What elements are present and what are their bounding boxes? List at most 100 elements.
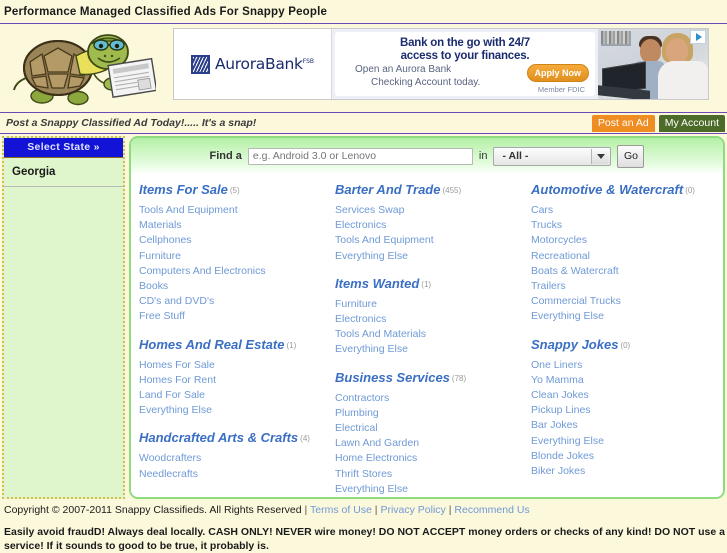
category-link[interactable]: Plumbing — [335, 406, 523, 421]
category-link[interactable]: Everything Else — [531, 309, 713, 324]
terms-of-use-link[interactable]: Terms of Use — [310, 504, 372, 516]
category-count: (455) — [442, 186, 462, 195]
category-heading[interactable]: Items Wanted (1) — [335, 276, 523, 292]
category-columns: Items For Sale (5) Tools And Equipment Ma… — [131, 174, 723, 497]
category-group: Items For Sale (5) Tools And Equipment Ma… — [139, 182, 327, 325]
advertisement-banner[interactable]: AuroraBankFSB Bank on the go with 24/7 a… — [173, 28, 709, 100]
masthead: AuroraBankFSB Bank on the go with 24/7 a… — [0, 24, 727, 112]
category-link[interactable]: Furniture — [335, 297, 523, 312]
category-link[interactable]: Cellphones — [139, 233, 327, 248]
category-link[interactable]: Free Stuff — [139, 309, 327, 324]
search-input[interactable] — [247, 147, 473, 165]
category-link[interactable]: Everything Else — [335, 482, 523, 497]
recommend-us-link[interactable]: Recommend Us — [454, 504, 529, 516]
category-link[interactable]: CD's and DVD's — [139, 294, 327, 309]
category-title: Business Services — [335, 369, 450, 385]
main-panel: Find a in - All - Go Items For Sale(5) — [129, 136, 725, 499]
category-link[interactable]: Home Electronics — [335, 451, 523, 466]
category-link[interactable]: One Liners — [531, 358, 713, 373]
category-group: Automotive & Watercraft (0) Cars Trucks M… — [531, 182, 713, 325]
post-an-ad-button[interactable]: Post an Ad — [591, 114, 655, 132]
category-heading[interactable]: Homes And Real Estate (1) — [139, 337, 327, 353]
ad-brand-first: Aurora — [214, 55, 265, 73]
category-link[interactable]: Recreational — [531, 249, 713, 264]
category-link[interactable]: Clean Jokes — [531, 388, 713, 403]
category-link[interactable]: Motorcycles — [531, 233, 713, 248]
select-state-header[interactable]: Select State » — [4, 138, 123, 158]
ad-brand-suffix: FSB — [302, 57, 315, 65]
category-link[interactable]: Books — [139, 279, 327, 294]
category-link[interactable]: Tools And Equipment — [335, 233, 523, 248]
category-heading[interactable]: Barter And Trade (455) — [335, 182, 523, 198]
category-link[interactable]: Electronics — [335, 218, 523, 233]
page-root: Performance Managed Classified Ads For S… — [0, 0, 727, 553]
separator: | — [448, 504, 452, 516]
category-heading[interactable]: Automotive & Watercraft (0) — [531, 182, 713, 198]
ad-message-block: Bank on the go with 24/7 access to your … — [332, 29, 598, 99]
category-link[interactable]: Contractors — [335, 391, 523, 406]
category-count: (0) — [685, 186, 695, 195]
chevron-down-icon[interactable] — [591, 148, 610, 164]
category-group: Homes And Real Estate (1) Homes For Sale … — [139, 337, 327, 419]
category-link[interactable]: Homes For Sale — [139, 358, 327, 373]
privacy-policy-link[interactable]: Privacy Policy — [380, 504, 445, 516]
category-link[interactable]: Furniture — [139, 249, 327, 264]
ad-choices-icon[interactable] — [690, 30, 706, 44]
category-link[interactable]: Biker Jokes — [531, 464, 713, 479]
category-link[interactable]: Land For Sale — [139, 388, 327, 403]
category-link[interactable]: Pickup Lines — [531, 403, 713, 418]
body-wrapper: Select State » Georgia Find a in - All -… — [0, 134, 727, 499]
category-link[interactable]: Tools And Equipment — [139, 203, 327, 218]
category-link[interactable]: Boats & Watercraft — [531, 264, 713, 279]
my-account-button[interactable]: My Account — [658, 114, 725, 132]
separator: | — [374, 504, 378, 516]
fraud-warning-line-2: service! If it sounds to good to be true… — [4, 540, 269, 552]
go-button[interactable]: Go — [617, 144, 645, 168]
sidebar-item-georgia[interactable]: Georgia — [4, 158, 123, 187]
copyright-line: Copyright © 2007-2011 Snappy Classifieds… — [2, 503, 725, 517]
category-link[interactable]: Services Swap — [335, 203, 523, 218]
category-link[interactable]: Woodcrafters — [139, 451, 327, 466]
category-link[interactable]: Trailers — [531, 279, 713, 294]
category-title: Items For Sale — [139, 182, 228, 197]
category-link[interactable]: Homes For Rent — [139, 373, 327, 388]
category-column-2: Barter And Trade (455) Services Swap Elec… — [327, 182, 523, 497]
category-group: Items Wanted (1) Furniture Electronics To… — [335, 276, 523, 358]
category-select[interactable]: - All - — [493, 146, 612, 166]
category-title: Homes And Real Estate — [139, 336, 285, 352]
category-link[interactable]: Electronics — [335, 312, 523, 327]
category-link[interactable]: Trucks — [531, 218, 713, 233]
category-link[interactable]: Blonde Jokes — [531, 449, 713, 464]
category-count: (0) — [620, 340, 631, 350]
category-title: Automotive & Watercraft — [531, 182, 684, 197]
category-link[interactable]: Everything Else — [139, 403, 327, 418]
category-link[interactable]: Lawn And Garden — [335, 436, 523, 451]
category-heading[interactable]: Snappy Jokes (0) — [531, 337, 713, 353]
category-link[interactable]: Materials — [139, 218, 327, 233]
category-link[interactable]: Cars — [531, 203, 713, 218]
category-heading[interactable]: Business Services (78) — [335, 370, 523, 386]
category-link[interactable]: Commercial Trucks — [531, 294, 713, 309]
copyright-text: Copyright © 2007-2011 Snappy Classifieds… — [4, 504, 302, 516]
category-title: Snappy Jokes — [531, 336, 619, 352]
category-group: Handcrafted Arts & Crafts (4) Woodcrafter… — [139, 430, 327, 481]
category-link[interactable]: Everything Else — [531, 434, 713, 449]
category-link[interactable]: Electrical — [335, 421, 523, 436]
logo-area[interactable] — [0, 24, 170, 112]
category-link[interactable]: Everything Else — [335, 342, 523, 357]
category-heading[interactable]: Items For Sale (5) — [139, 182, 327, 198]
subnav-buttons: Post an Ad My Account — [591, 114, 725, 132]
category-link[interactable]: Yo Mamma — [531, 373, 713, 388]
category-link[interactable]: Tools And Materials — [335, 327, 523, 342]
category-link[interactable]: Computers And Electronics — [139, 264, 327, 279]
category-link[interactable]: Needlecrafts — [139, 467, 327, 482]
category-link[interactable]: Thrift Stores — [335, 467, 523, 482]
category-link[interactable]: Everything Else — [335, 249, 523, 264]
apply-now-button[interactable]: Apply Now — [526, 64, 589, 82]
category-link[interactable]: Bar Jokes — [531, 418, 713, 433]
category-count: (5) — [229, 186, 240, 195]
state-sidebar: Select State » Georgia — [2, 136, 125, 499]
category-heading[interactable]: Handcrafted Arts & Crafts (4) — [139, 430, 327, 446]
top-tagline-bar: Performance Managed Classified Ads For S… — [0, 0, 727, 24]
ad-photo — [598, 29, 708, 99]
